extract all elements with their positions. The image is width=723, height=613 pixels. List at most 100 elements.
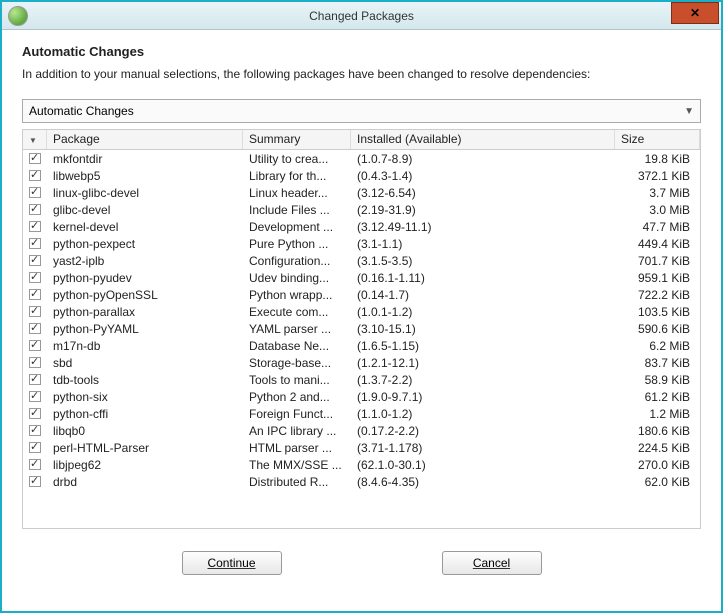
install-checkbox[interactable] [23,221,47,232]
package-version: (3.10-15.1) [351,322,615,336]
table-row[interactable]: tdb-toolsTools to mani...(1.3.7-2.2)58.9… [23,371,700,388]
package-version: (1.0.7-8.9) [351,152,615,166]
package-summary: Development ... [243,220,351,234]
table-row[interactable]: sbdStorage-base...(1.2.1-12.1)83.7 KiB [23,354,700,371]
package-size: 722.2 KiB [615,288,700,302]
table-row[interactable]: python-parallaxExecute com...(1.0.1-1.2)… [23,303,700,320]
table-row[interactable]: libwebp5Library for th...(0.4.3-1.4)372.… [23,167,700,184]
package-version: (1.9.0-9.7.1) [351,390,615,404]
install-checkbox[interactable] [23,425,47,436]
column-package[interactable]: Package [47,130,243,149]
table-row[interactable]: kernel-develDevelopment ...(3.12.49-11.1… [23,218,700,235]
filter-combobox[interactable]: Automatic Changes ▼ [22,99,701,123]
checkbox-icon [29,357,41,368]
install-checkbox[interactable] [23,323,47,334]
install-checkbox[interactable] [23,306,47,317]
package-summary: Distributed R... [243,475,351,489]
table-row[interactable]: mkfontdirUtility to crea...(1.0.7-8.9)19… [23,150,700,167]
install-checkbox[interactable] [23,289,47,300]
package-summary: Library for th... [243,169,351,183]
checkbox-icon [29,272,41,283]
checkbox-icon [29,408,41,419]
table-row[interactable]: m17n-dbDatabase Ne...(1.6.5-1.15)6.2 MiB [23,337,700,354]
install-checkbox[interactable] [23,238,47,249]
cancel-button[interactable]: Cancel [442,551,542,575]
package-size: 224.5 KiB [615,441,700,455]
install-checkbox[interactable] [23,408,47,419]
table-row[interactable]: python-pexpectPure Python ...(3.1-1.1)44… [23,235,700,252]
install-checkbox[interactable] [23,272,47,283]
package-version: (1.1.0-1.2) [351,407,615,421]
table-body: mkfontdirUtility to crea...(1.0.7-8.9)19… [23,150,700,528]
package-summary: YAML parser ... [243,322,351,336]
install-checkbox[interactable] [23,374,47,385]
install-checkbox[interactable] [23,459,47,470]
table-header: ▼ Package Summary Installed (Available) … [23,130,700,150]
table-row[interactable]: perl-HTML-ParserHTML parser ...(3.71-1.1… [23,439,700,456]
package-summary: Pure Python ... [243,237,351,251]
install-checkbox[interactable] [23,153,47,164]
column-size[interactable]: Size [615,130,700,149]
column-summary[interactable]: Summary [243,130,351,149]
package-size: 62.0 KiB [615,475,700,489]
package-summary: Include Files ... [243,203,351,217]
table-row[interactable]: libqb0An IPC library ...(0.17.2-2.2)180.… [23,422,700,439]
package-size: 372.1 KiB [615,169,700,183]
package-summary: Linux header... [243,186,351,200]
install-checkbox[interactable] [23,340,47,351]
table-row[interactable]: python-pyudevUdev binding...(0.16.1-1.11… [23,269,700,286]
package-summary: Udev binding... [243,271,351,285]
package-summary: Execute com... [243,305,351,319]
package-summary: Foreign Funct... [243,407,351,421]
checkbox-icon [29,459,41,470]
checkbox-icon [29,476,41,487]
package-size: 19.8 KiB [615,152,700,166]
package-summary: Configuration... [243,254,351,268]
package-name: kernel-devel [47,220,243,234]
package-size: 58.9 KiB [615,373,700,387]
table-row[interactable]: libjpeg62The MMX/SSE ...(62.1.0-30.1)270… [23,456,700,473]
install-checkbox[interactable] [23,255,47,266]
install-checkbox[interactable] [23,476,47,487]
install-checkbox[interactable] [23,170,47,181]
package-size: 83.7 KiB [615,356,700,370]
install-checkbox[interactable] [23,204,47,215]
package-version: (0.16.1-1.11) [351,271,615,285]
package-size: 103.5 KiB [615,305,700,319]
package-name: mkfontdir [47,152,243,166]
package-version: (2.19-31.9) [351,203,615,217]
table-row[interactable]: python-pyOpenSSLPython wrapp...(0.14-1.7… [23,286,700,303]
package-name: perl-HTML-Parser [47,441,243,455]
package-name: libqb0 [47,424,243,438]
install-checkbox[interactable] [23,357,47,368]
table-row[interactable]: python-PyYAMLYAML parser ...(3.10-15.1)5… [23,320,700,337]
package-version: (3.12.49-11.1) [351,220,615,234]
package-name: tdb-tools [47,373,243,387]
table-row[interactable]: linux-glibc-develLinux header...(3.12-6.… [23,184,700,201]
package-size: 3.0 MiB [615,203,700,217]
package-name: sbd [47,356,243,370]
close-button[interactable]: ✕ [671,2,719,24]
package-name: m17n-db [47,339,243,353]
column-installed[interactable]: Installed (Available) [351,130,615,149]
package-size: 590.6 KiB [615,322,700,336]
column-sort-indicator[interactable]: ▼ [23,130,47,149]
table-row[interactable]: python-cffiForeign Funct...(1.1.0-1.2)1.… [23,405,700,422]
table-row[interactable]: drbdDistributed R...(8.4.6-4.35)62.0 KiB [23,473,700,490]
table-row[interactable]: python-sixPython 2 and...(1.9.0-9.7.1)61… [23,388,700,405]
package-size: 47.7 MiB [615,220,700,234]
package-version: (0.4.3-1.4) [351,169,615,183]
table-row[interactable]: glibc-develInclude Files ...(2.19-31.9)3… [23,201,700,218]
package-name: python-six [47,390,243,404]
content-area: Automatic Changes In addition to your ma… [2,30,721,539]
package-name: drbd [47,475,243,489]
install-checkbox[interactable] [23,391,47,402]
install-checkbox[interactable] [23,442,47,453]
table-row[interactable]: yast2-iplbConfiguration...(3.1.5-3.5)701… [23,252,700,269]
continue-button[interactable]: Continue [182,551,282,575]
install-checkbox[interactable] [23,187,47,198]
package-size: 1.2 MiB [615,407,700,421]
package-name: python-pyudev [47,271,243,285]
combobox-label: Automatic Changes [29,104,134,118]
package-table: ▼ Package Summary Installed (Available) … [22,129,701,529]
